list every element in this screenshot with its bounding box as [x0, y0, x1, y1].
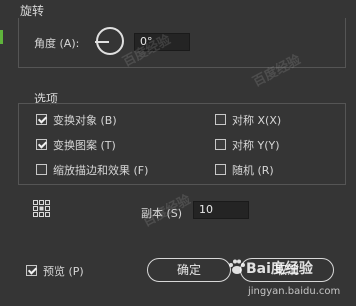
copies-input[interactable]: 10: [193, 201, 249, 219]
reference-point-grid-icon[interactable]: [33, 200, 51, 218]
random-checkbox[interactable]: [215, 164, 226, 175]
baidu-paw-icon: [229, 259, 245, 274]
preview-checkbox[interactable]: [26, 265, 37, 276]
transform-patterns-label: 变换图案 (T): [53, 139, 116, 152]
rotate-section-title: 旋转: [20, 4, 45, 18]
axis-x-label: 对称 X(X): [232, 114, 282, 127]
baidu-watermark-brand: Bai度经验: [246, 261, 313, 277]
baidu-watermark-url: jingyan.baidu.com: [248, 286, 341, 297]
transform-patterns-checkbox[interactable]: [36, 139, 47, 150]
transform-objects-label: 变换对象 (B): [53, 114, 117, 127]
axis-y-checkbox[interactable]: [215, 139, 226, 150]
random-label: 随机 (R): [232, 164, 274, 177]
scale-strokes-checkbox[interactable]: [36, 164, 47, 175]
axis-y-label: 对称 Y(Y): [232, 139, 280, 152]
dialog-window: 旋转 角度 (A): 0° 选项 变换对象 (B) 变换图案 (T) 缩放描边和…: [0, 0, 356, 306]
copies-label: 副本 (S): [141, 207, 183, 220]
angle-label: 角度 (A):: [34, 37, 80, 50]
preview-label: 预览 (P): [43, 265, 84, 278]
transform-objects-checkbox[interactable]: [36, 114, 47, 125]
angle-input[interactable]: 0°: [134, 33, 190, 51]
scale-strokes-label: 缩放描边和效果 (F): [53, 164, 149, 177]
angle-dial[interactable]: [95, 27, 124, 55]
accent-bar: [0, 30, 3, 44]
ok-button[interactable]: 确定: [147, 258, 231, 282]
axis-x-checkbox[interactable]: [215, 114, 226, 125]
